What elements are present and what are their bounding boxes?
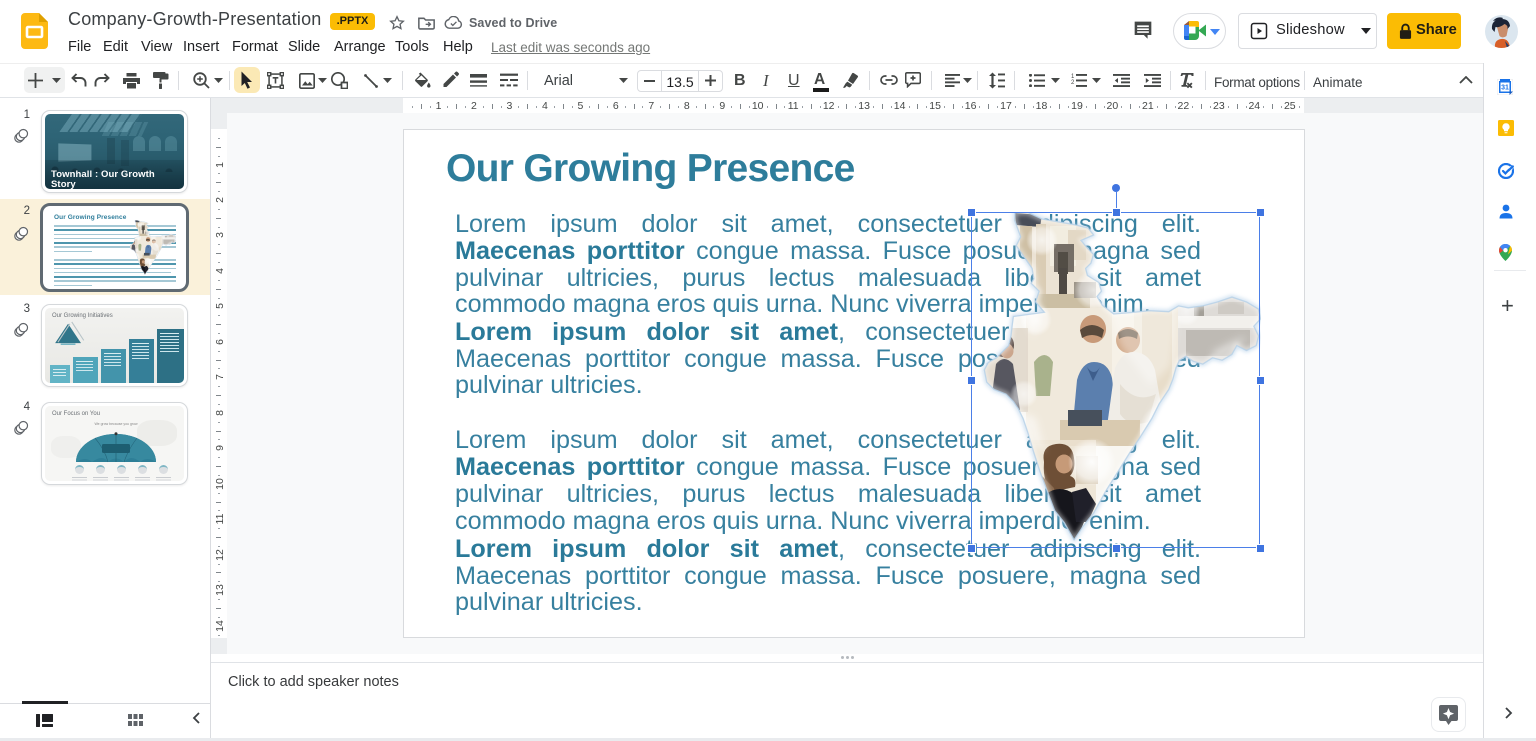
svg-text:31: 31 (1501, 85, 1509, 92)
svg-text:2: 2 (1071, 80, 1075, 86)
